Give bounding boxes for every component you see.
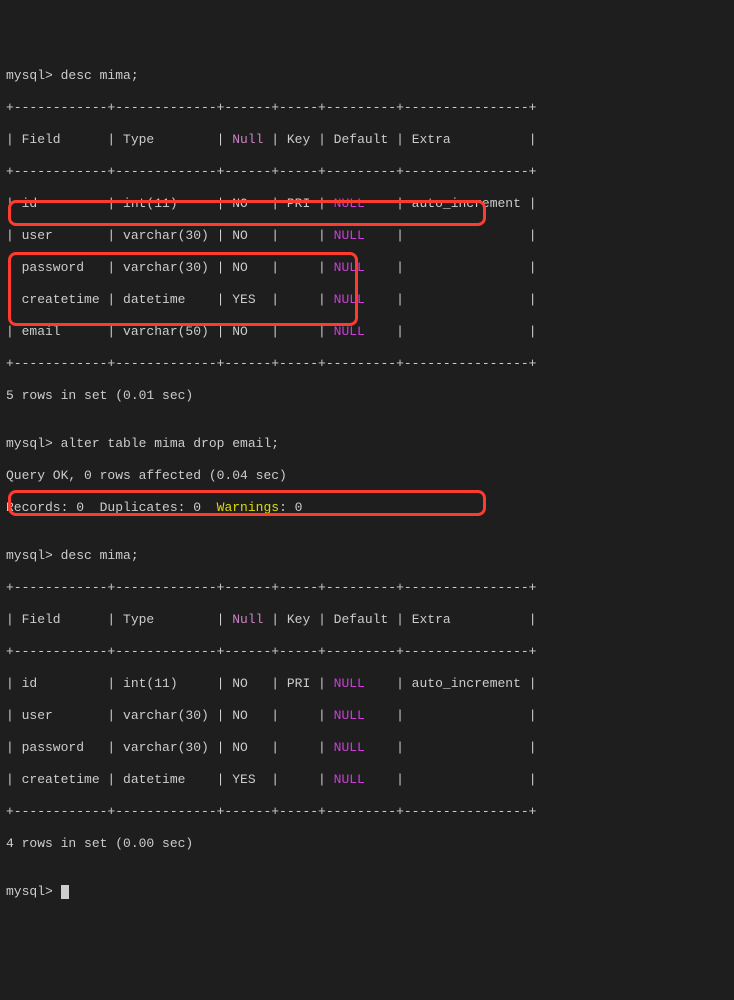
- row-createtime: | createtime | datetime | YES | | NULL |…: [6, 772, 728, 788]
- row-id: | id | int(11) | NO | PRI | NULL | auto_…: [6, 676, 728, 692]
- query-ok: Query OK, 0 rows affected (0.04 sec): [6, 468, 728, 484]
- row-id: | id | int(11) | NO | PRI | NULL | auto_…: [6, 196, 728, 212]
- line-desc-1: mysql> desc mima;: [6, 68, 728, 84]
- table-header: | Field | Type | Null | Key | Default | …: [6, 612, 728, 628]
- summary-1: 5 rows in set (0.01 sec): [6, 388, 728, 404]
- cursor-icon: [61, 885, 69, 899]
- hdr-pre: | Field | Type |: [6, 132, 232, 147]
- line-desc-2: mysql> desc mima;: [6, 548, 728, 564]
- table-border: +------------+-------------+------+-----…: [6, 644, 728, 660]
- row-user: | user | varchar(30) | NO | | NULL | |: [6, 228, 728, 244]
- row-email: | email | varchar(50) | NO | | NULL | |: [6, 324, 728, 340]
- table-border: +------------+-------------+------+-----…: [6, 356, 728, 372]
- row-user: | user | varchar(30) | NO | | NULL | |: [6, 708, 728, 724]
- alter-line: mysql> alter table mima drop email;: [6, 436, 728, 452]
- warnings-label: Warnings: [217, 500, 279, 515]
- mysql-prompt[interactable]: mysql>: [6, 884, 728, 900]
- table-header: | Field | Type | Null | Key | Default | …: [6, 132, 728, 148]
- table-border: +------------+-------------+------+-----…: [6, 804, 728, 820]
- summary-2: 4 rows in set (0.00 sec): [6, 836, 728, 852]
- table-border: +------------+-------------+------+-----…: [6, 164, 728, 180]
- hdr-post: | Key | Default | Extra |: [263, 132, 536, 147]
- row-password: | password | varchar(30) | NO | | NULL |…: [6, 740, 728, 756]
- row-password: | password | varchar(30) | NO | | NULL |…: [6, 260, 728, 276]
- records-line: Records: 0 Duplicates: 0 Warnings: 0: [6, 500, 728, 516]
- row-createtime: | createtime | datetime | YES | | NULL |…: [6, 292, 728, 308]
- table-border: +------------+-------------+------+-----…: [6, 580, 728, 596]
- terminal-output: mysql> desc mima; +------------+--------…: [6, 52, 728, 980]
- hdr-null: Null: [232, 132, 263, 147]
- table-border: +------------+-------------+------+-----…: [6, 100, 728, 116]
